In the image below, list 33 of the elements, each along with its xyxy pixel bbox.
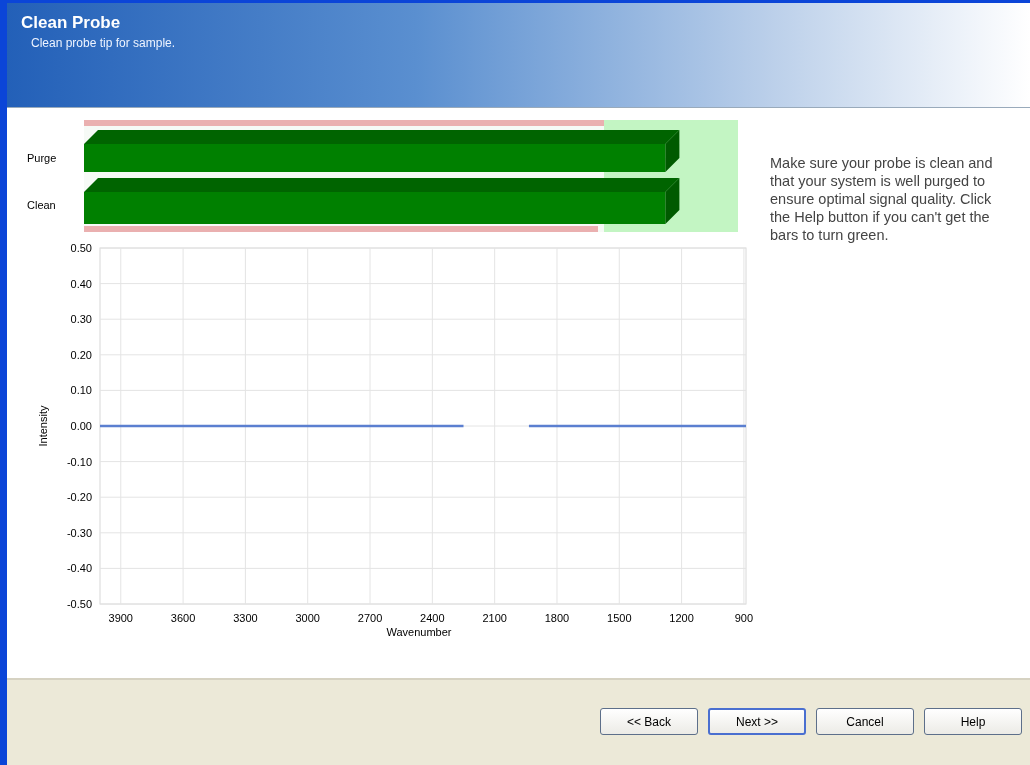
x-tick-label: 2100 bbox=[482, 612, 507, 624]
meter-label: Purge bbox=[27, 151, 58, 164]
y-tick-label: 0.10 bbox=[70, 384, 92, 397]
y-tick-label: -0.20 bbox=[66, 491, 92, 504]
y-tick-label: 0.20 bbox=[70, 348, 92, 361]
x-tick-label: 3600 bbox=[170, 612, 196, 624]
wizard-button[interactable]: Cancel bbox=[816, 708, 914, 735]
y-tick-label: -0.40 bbox=[66, 562, 92, 575]
y-tick-label: -0.10 bbox=[66, 455, 92, 468]
instructions-text: Make sure your probe is clean and that your system is well purged to ensure optimal signal quality. Click the Help button if you can't get the bars to turn green. bbox=[769, 154, 994, 245]
page-subtitle: Clean probe tip for sample. bbox=[31, 36, 176, 50]
x-tick-label: 900 bbox=[734, 612, 754, 624]
x-tick-label: 1500 bbox=[607, 612, 632, 624]
wizard-button[interactable]: << Back bbox=[600, 708, 698, 735]
y-axis-title: Intensity bbox=[37, 405, 49, 447]
x-tick-label: 2700 bbox=[357, 612, 383, 624]
x-tick-label: 3000 bbox=[295, 612, 320, 624]
x-axis-title: Wavenumber bbox=[386, 626, 452, 638]
x-tick-label: 1800 bbox=[544, 612, 570, 624]
wizard-button[interactable]: Help bbox=[924, 708, 1022, 735]
wizard-button[interactable]: Next >> bbox=[708, 708, 806, 735]
page-title: Clean Probe bbox=[21, 13, 121, 33]
x-tick-label: 2400 bbox=[420, 612, 445, 624]
y-tick-label: 0.30 bbox=[70, 313, 92, 326]
y-tick-label: -0.30 bbox=[66, 526, 92, 539]
x-tick-label: 3300 bbox=[233, 612, 258, 624]
y-tick-label: -0.50 bbox=[66, 598, 92, 610]
y-tick-label: 0.50 bbox=[70, 242, 92, 254]
x-tick-label: 1200 bbox=[669, 612, 694, 624]
y-tick-label: 0.00 bbox=[70, 420, 92, 432]
x-tick-label: 3900 bbox=[108, 612, 133, 624]
meter-label: Clean bbox=[27, 198, 57, 211]
y-tick-label: 0.40 bbox=[70, 277, 92, 290]
